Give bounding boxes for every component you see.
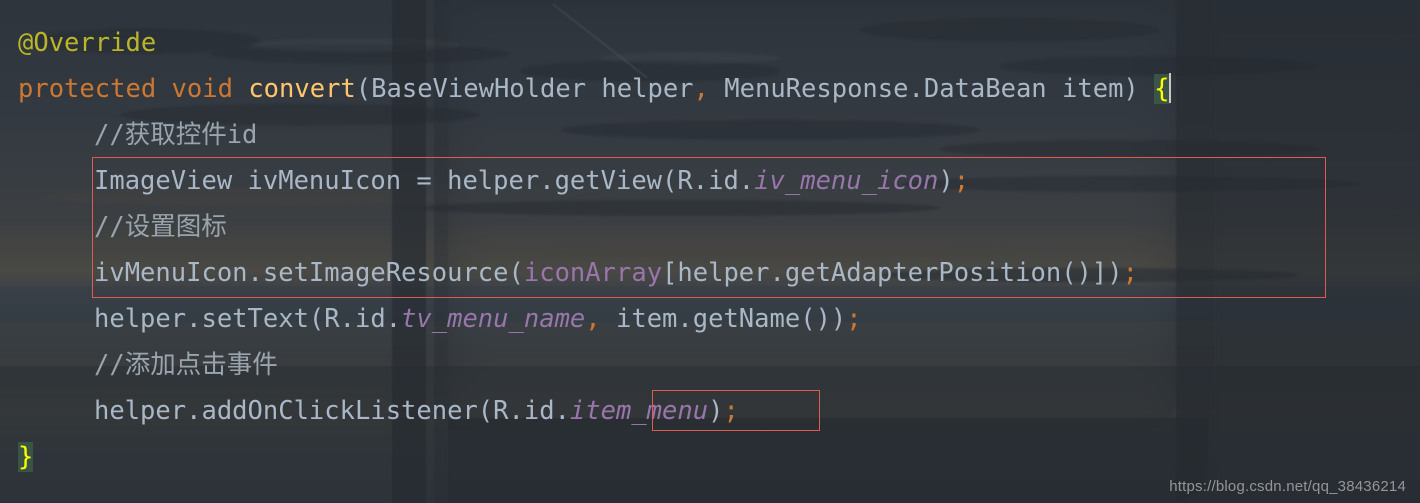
- code-token-comment-cn: //添加点击事件: [94, 350, 278, 380]
- text-caret: [1168, 73, 1171, 103]
- code-token-punct: ,: [585, 304, 601, 334]
- code-token-punct: ;: [846, 304, 862, 334]
- code-line[interactable]: @Override: [0, 20, 1420, 66]
- code-token-keyword: void: [171, 74, 233, 104]
- code-token-static: iconArray: [523, 258, 663, 288]
- code-token-punct: ;: [723, 396, 739, 426]
- code-token-brace-highlight: {: [1154, 74, 1170, 104]
- code-token-plain: helper.addOnClickListener(R.id.: [94, 396, 570, 426]
- code-line[interactable]: }: [0, 434, 1420, 480]
- code-line[interactable]: //添加点击事件: [0, 342, 1420, 388]
- code-line[interactable]: ivMenuIcon.setImageResource(iconArray[he…: [0, 250, 1420, 296]
- code-text-area[interactable]: @Override protected void convert(BaseView…: [0, 0, 1420, 503]
- code-token-plain: ImageView ivMenuIcon = helper.getView(R.…: [94, 166, 755, 196]
- code-token-plain: [helper.getAdapterPosition()]): [662, 258, 1123, 288]
- code-line[interactable]: ImageView ivMenuIcon = helper.getView(R.…: [0, 158, 1420, 204]
- code-token-keyword: protected: [18, 74, 157, 104]
- code-token-field: tv_menu_name: [401, 304, 586, 334]
- code-line[interactable]: //获取控件id: [0, 112, 1420, 158]
- code-token-comment-cn: //获取控件id: [94, 120, 258, 150]
- code-line[interactable]: helper.setText(R.id.tv_menu_name, item.g…: [0, 296, 1420, 342]
- code-token-brace-highlight: }: [18, 442, 34, 472]
- code-token-plain: helper.setText(R.id.: [94, 304, 402, 334]
- code-token-plain: MenuResponse.DataBean item): [708, 74, 1139, 104]
- code-token-plain: ): [708, 396, 724, 426]
- code-token-plain: ivMenuIcon.setImageResource(: [94, 258, 524, 288]
- code-token-punct: ;: [953, 166, 970, 196]
- code-token-plain: (BaseViewHolder helper: [355, 74, 694, 104]
- code-token-field: item_menu: [569, 396, 709, 426]
- watermark-url: https://blog.csdn.net/qq_38436214: [1169, 478, 1406, 495]
- code-line[interactable]: //设置图标: [0, 204, 1420, 250]
- code-line[interactable]: helper.addOnClickListener(R.id.item_menu…: [0, 388, 1420, 434]
- code-token-punct: ;: [1122, 258, 1138, 288]
- code-token-plain: ): [938, 166, 954, 196]
- code-line[interactable]: protected void convert(BaseViewHolder he…: [0, 66, 1420, 112]
- code-token-comment-cn: //设置图标: [94, 212, 227, 242]
- code-token-plain: item.getName()): [600, 304, 847, 334]
- code-token-method: convert: [248, 74, 356, 104]
- code-token-field: iv_menu_icon: [754, 166, 939, 196]
- code-token-punct: ,: [693, 74, 709, 104]
- code-token-annotation: @Override: [18, 28, 157, 58]
- code-editor-screenshot: @Override protected void convert(BaseView…: [0, 0, 1420, 503]
